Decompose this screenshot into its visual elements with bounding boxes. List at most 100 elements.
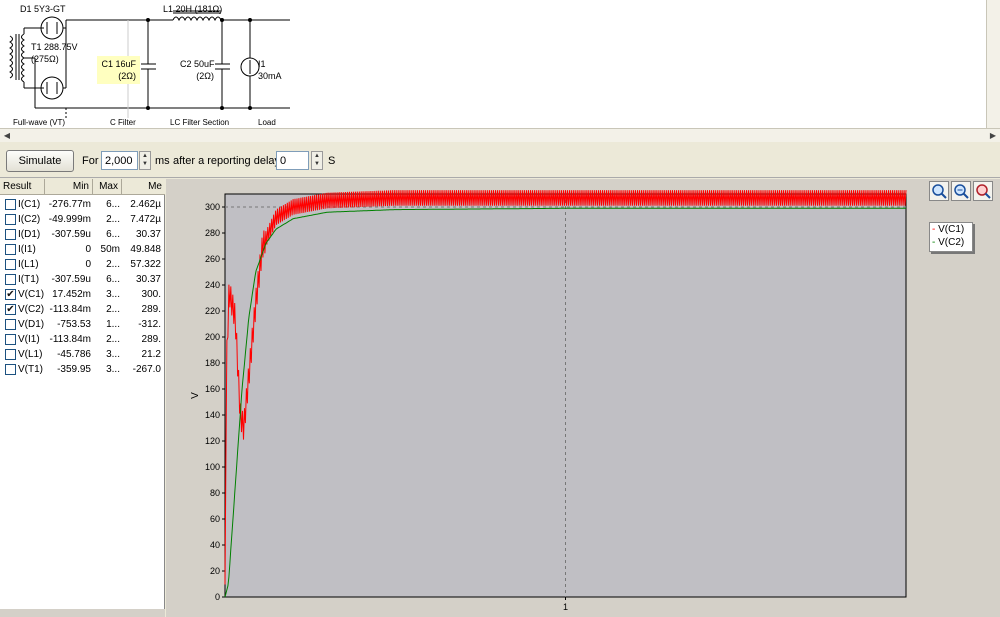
zoom-in-button[interactable] <box>929 181 949 201</box>
col-header-result[interactable]: Result <box>0 179 45 195</box>
table-row[interactable]: ✔ V(C2) -113.84m 2... 289. <box>0 302 165 317</box>
voltage-chart: 0 20 40 60 80 100 120 140 160 180 200 220 240 260 280 3… <box>190 190 907 612</box>
results-header: Result Min Max Me <box>0 179 165 195</box>
result-checkbox[interactable] <box>5 349 16 360</box>
result-checkbox[interactable] <box>5 214 16 225</box>
section-label-load: Load <box>258 118 276 127</box>
spin-up-icon[interactable]: ▲ <box>312 152 322 160</box>
spin-down-icon[interactable]: ▼ <box>140 160 150 168</box>
spin-up-icon[interactable]: ▲ <box>140 152 150 160</box>
result-min: -307.59u <box>51 229 91 240</box>
result-name: V(D1) <box>18 319 45 330</box>
result-checkbox[interactable] <box>5 364 16 375</box>
result-checkbox[interactable] <box>5 259 16 270</box>
result-checkbox[interactable] <box>5 319 16 330</box>
result-checkbox[interactable] <box>5 274 16 285</box>
result-max: 3... <box>106 364 120 375</box>
result-max: 3... <box>106 349 120 360</box>
y-tick-label: 120 <box>205 436 220 446</box>
result-mean: 300. <box>141 289 161 300</box>
legend-entry: - V(C1) <box>930 223 972 236</box>
label-c2-capacitance: C2 50uF <box>180 59 215 69</box>
zoom-out-button[interactable] <box>973 181 993 201</box>
result-name: V(T1) <box>18 364 43 375</box>
result-min: -113.84m <box>49 304 91 315</box>
table-row[interactable]: I(L1) 0 2... 57.322 <box>0 257 165 272</box>
result-mean: 57.322 <box>130 259 161 270</box>
result-mean: 49.848 <box>130 244 161 255</box>
result-checkbox[interactable]: ✔ <box>5 304 16 315</box>
spin-down-icon[interactable]: ▼ <box>312 160 322 168</box>
result-min: 0 <box>85 244 91 255</box>
label-i1-name: I1 <box>258 59 266 69</box>
result-name: I(C1) <box>18 199 41 210</box>
result-name: V(C1) <box>18 289 45 300</box>
label-c1-resistance: (2Ω) <box>118 71 136 81</box>
result-checkbox[interactable] <box>5 199 16 210</box>
zoom-in-icon <box>932 184 947 199</box>
table-row[interactable]: I(C2) -49.999m 2... 7.472µ <box>0 212 165 227</box>
tube-d1-upper <box>40 16 64 40</box>
result-min: -45.786 <box>57 349 91 360</box>
schematic-horizontal-scrollbar[interactable]: ◀ ▶ <box>0 128 1000 142</box>
table-row[interactable]: V(T1) -359.95 3... -267.0 <box>0 362 165 377</box>
result-min: 17.452m <box>52 289 91 300</box>
label-i1-current: 30mA <box>258 71 282 81</box>
result-name: I(D1) <box>18 229 41 240</box>
result-name: V(I1) <box>18 334 40 345</box>
result-max: 6... <box>106 229 120 240</box>
plot-panel: 0 20 40 60 80 100 120 140 160 180 200 220 240 260 280 3… <box>166 179 1000 617</box>
zoom-out-icon <box>976 184 991 199</box>
ms-label: ms <box>155 155 170 167</box>
table-row[interactable]: V(D1) -753.53 1... -312. <box>0 317 165 332</box>
duration-input[interactable] <box>101 151 138 170</box>
delay-label: after a reporting delay of <box>173 155 293 167</box>
x-tick-label: 1 <box>563 602 568 612</box>
section-label-fullwave: Full-wave (VT) <box>13 118 66 127</box>
scroll-left-arrow-icon[interactable]: ◀ <box>0 129 14 143</box>
result-max: 6... <box>106 274 120 285</box>
for-label: For <box>82 155 99 167</box>
transformer-secondary-coil <box>21 33 25 83</box>
y-tick-label: 300 <box>205 202 220 212</box>
table-row[interactable]: I(C1) -276.77m 6... 2.462µ <box>0 197 165 212</box>
table-row[interactable]: ✔ V(C1) 17.452m 3... 300. <box>0 287 165 302</box>
label-t1-resistance: (275Ω) <box>31 54 59 64</box>
y-tick-label: 260 <box>205 254 220 264</box>
legend-entry: - V(C2) <box>930 236 972 249</box>
result-checkbox[interactable] <box>5 334 16 345</box>
table-row[interactable]: I(T1) -307.59u 6... 30.37 <box>0 272 165 287</box>
table-row[interactable]: V(L1) -45.786 3... 21.2 <box>0 347 165 362</box>
col-header-min[interactable]: Min <box>45 179 93 195</box>
scroll-right-arrow-icon[interactable]: ▶ <box>986 129 1000 143</box>
result-min: -359.95 <box>57 364 91 375</box>
result-checkbox[interactable]: ✔ <box>5 289 16 300</box>
result-checkbox[interactable] <box>5 244 16 255</box>
label-c1[interactable]: C1 16uF (2Ω) <box>97 56 140 84</box>
results-horizontal-scrollbar[interactable] <box>0 609 165 617</box>
duration-spinner[interactable]: ▲ ▼ <box>139 151 151 170</box>
result-mean: 7.472µ <box>130 214 161 225</box>
chart-legend: - V(C1) - V(C2) <box>929 222 973 252</box>
zoom-fit-button[interactable] <box>951 181 971 201</box>
result-name: V(L1) <box>18 349 43 360</box>
zoom-fit-icon <box>954 184 969 199</box>
y-axis-label: V <box>190 392 201 399</box>
label-c2-resistance: (2Ω) <box>196 71 214 81</box>
label-c1-capacitance: C1 16uF <box>101 59 136 69</box>
table-row[interactable]: I(I1) 0 50m 49.848 <box>0 242 165 257</box>
result-mean: 289. <box>141 304 161 315</box>
delay-spinner[interactable]: ▲ ▼ <box>311 151 323 170</box>
label-d1: D1 5Y3-GT <box>20 4 66 14</box>
table-row[interactable]: V(I1) -113.84m 2... 289. <box>0 332 165 347</box>
delay-input[interactable] <box>276 151 309 170</box>
table-row[interactable]: I(D1) -307.59u 6... 30.37 <box>0 227 165 242</box>
result-name: I(I1) <box>18 244 36 255</box>
result-min: -49.999m <box>48 214 91 225</box>
col-header-max[interactable]: Max <box>93 179 122 195</box>
col-header-mean[interactable]: Me <box>122 179 165 195</box>
schematic-vertical-scrollbar[interactable] <box>986 0 1000 128</box>
section-label-lc: LC Filter Section <box>170 118 230 127</box>
simulate-button[interactable]: Simulate <box>6 150 74 172</box>
result-checkbox[interactable] <box>5 229 16 240</box>
